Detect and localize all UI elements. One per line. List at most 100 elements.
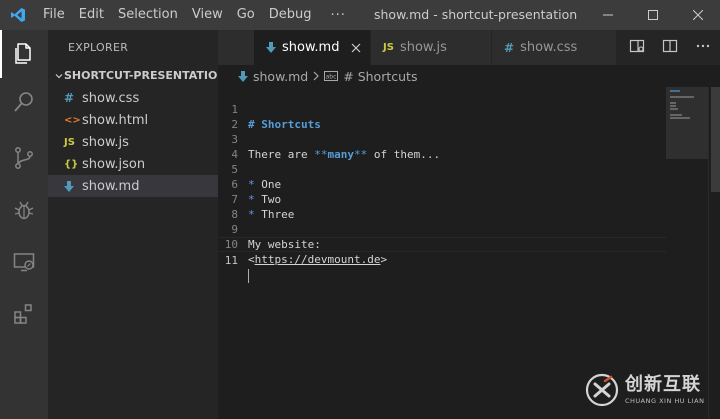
folder-section-header[interactable]: SHORTCUT-PRESENTATION [48, 65, 218, 87]
menu-file[interactable]: File [36, 0, 72, 30]
close-tab-icon[interactable] [351, 43, 361, 53]
angle-close: > [380, 253, 388, 266]
file-label: show.js [82, 134, 129, 150]
split-editor-button[interactable] [662, 38, 678, 58]
file-item-show-md[interactable]: show.md [48, 175, 218, 197]
markdown-file-icon [266, 42, 276, 53]
minimap-line [670, 117, 690, 119]
website-link[interactable]: https://devmount.de [255, 253, 381, 266]
breadcrumb-symbol[interactable]: # Shortcuts [343, 69, 417, 84]
remote-explorer-icon [13, 253, 35, 272]
search-icon [14, 92, 33, 112]
string-symbol-icon: abc [324, 71, 339, 81]
activity-remote-explorer[interactable] [0, 238, 48, 286]
source-control-icon [15, 147, 33, 169]
tab-label: show.js [399, 40, 447, 55]
open-preview-button[interactable] [629, 38, 645, 58]
js-file-icon: JS [383, 42, 394, 53]
line-text [248, 268, 249, 283]
css-file-icon: # [64, 91, 75, 105]
window-title: show.md - shortcut-presentation [Ad... [374, 7, 582, 22]
code-line: 4 [218, 132, 666, 161]
angle-open: < [248, 253, 255, 266]
tab-show-css[interactable]: # show.css [492, 30, 616, 65]
activity-extensions[interactable] [0, 290, 48, 338]
file-item-show-css[interactable]: # show.css [48, 87, 218, 109]
line-number: 11 [224, 254, 238, 267]
minimap[interactable] [666, 87, 708, 159]
scrollbar-thumb[interactable] [711, 87, 720, 192]
code-line: 5 * One [218, 147, 666, 191]
chevron-down-icon [54, 71, 64, 81]
code-line: 10 <https://devmount.de> [218, 222, 666, 266]
breadcrumb-file[interactable]: show.md [253, 69, 308, 84]
more-icon [697, 44, 710, 47]
file-item-show-js[interactable]: JS show.js [48, 131, 218, 153]
close-window-button[interactable] [675, 0, 720, 30]
tab-show-js[interactable]: JS show.js [371, 30, 491, 65]
explorer-sidebar: EXPLORER SHORTCUT-PRESENTATION # show.cs… [48, 30, 218, 419]
file-item-show-html[interactable]: <> show.html [48, 109, 218, 131]
menu-edit[interactable]: Edit [72, 0, 111, 30]
title-bar: File Edit Selection View Go Debug ··· sh… [0, 0, 720, 30]
folder-name: SHORTCUT-PRESENTATION [64, 69, 218, 82]
activity-search[interactable] [0, 78, 48, 126]
explorer-icon [15, 43, 31, 64]
html-file-icon: <> [64, 114, 81, 126]
minimap-line [670, 90, 680, 92]
activity-bar [0, 30, 48, 419]
watermark-logo: 创新互联 CHUANG XIN HU LIAN [585, 365, 720, 415]
code-line: 8 [218, 192, 666, 221]
split-editor-icon [662, 39, 678, 52]
editor-actions [620, 30, 720, 65]
menu-bar: File Edit Selection View Go Debug ··· [36, 0, 358, 30]
file-label: show.md [82, 178, 140, 194]
minimize-icon [602, 14, 613, 16]
activity-source-control[interactable] [0, 134, 48, 182]
activity-debug[interactable] [0, 186, 48, 234]
menu-view[interactable]: View [185, 0, 230, 30]
maximize-button[interactable] [630, 0, 675, 30]
menu-more[interactable]: ··· [319, 8, 358, 23]
debug-icon [14, 201, 34, 220]
tab-show-md[interactable]: show.md [254, 30, 370, 65]
current-code-line: 11 [218, 237, 666, 283]
code-line: 7 * Three [218, 177, 666, 221]
code-line: 9 My website: [218, 207, 666, 251]
minimap-line [670, 96, 694, 98]
watermark-text: 创新互联 CHUANG XIN HU LIAN [625, 375, 705, 406]
window-controls [585, 0, 720, 30]
active-indicator [0, 30, 2, 78]
more-actions-button[interactable] [695, 38, 711, 58]
file-label: show.css [82, 90, 140, 106]
code-line: 3 There are **many** of them... [218, 117, 666, 161]
activity-explorer[interactable] [0, 30, 48, 78]
menu-go[interactable]: Go [230, 0, 262, 30]
markdown-file-icon [238, 70, 248, 82]
minimap-line [670, 114, 682, 116]
menu-debug[interactable]: Debug [262, 0, 319, 30]
minimize-button[interactable] [585, 0, 630, 30]
file-label: show.json [82, 156, 146, 172]
watermark-sub-text: CHUANG XIN HU LIAN [625, 397, 705, 405]
minimap-line [670, 108, 678, 110]
editor-tab-bar: show.md JS show.js # show.css [218, 30, 720, 65]
tab-bar-gap [218, 30, 254, 65]
svg-text:abc: abc [326, 74, 337, 81]
markdown-file-icon [64, 180, 82, 192]
minimap-line [670, 102, 676, 104]
text-cursor [248, 269, 249, 283]
maximize-icon [647, 10, 658, 20]
breadcrumb: show.md abc # Shortcuts [218, 65, 720, 87]
preview-icon [629, 39, 644, 52]
js-file-icon: JS [64, 136, 75, 148]
file-item-show-json[interactable]: {} show.json [48, 153, 218, 175]
vscode-logo-icon [0, 0, 36, 30]
menu-selection[interactable]: Selection [111, 0, 185, 30]
code-line: 1 # Shortcuts [218, 87, 666, 131]
tab-label: show.md [282, 40, 340, 55]
code-line: 6 * Two [218, 162, 666, 206]
code-line: 2 [218, 102, 666, 131]
tab-label: show.css [520, 40, 578, 55]
minimap-line [670, 105, 676, 107]
